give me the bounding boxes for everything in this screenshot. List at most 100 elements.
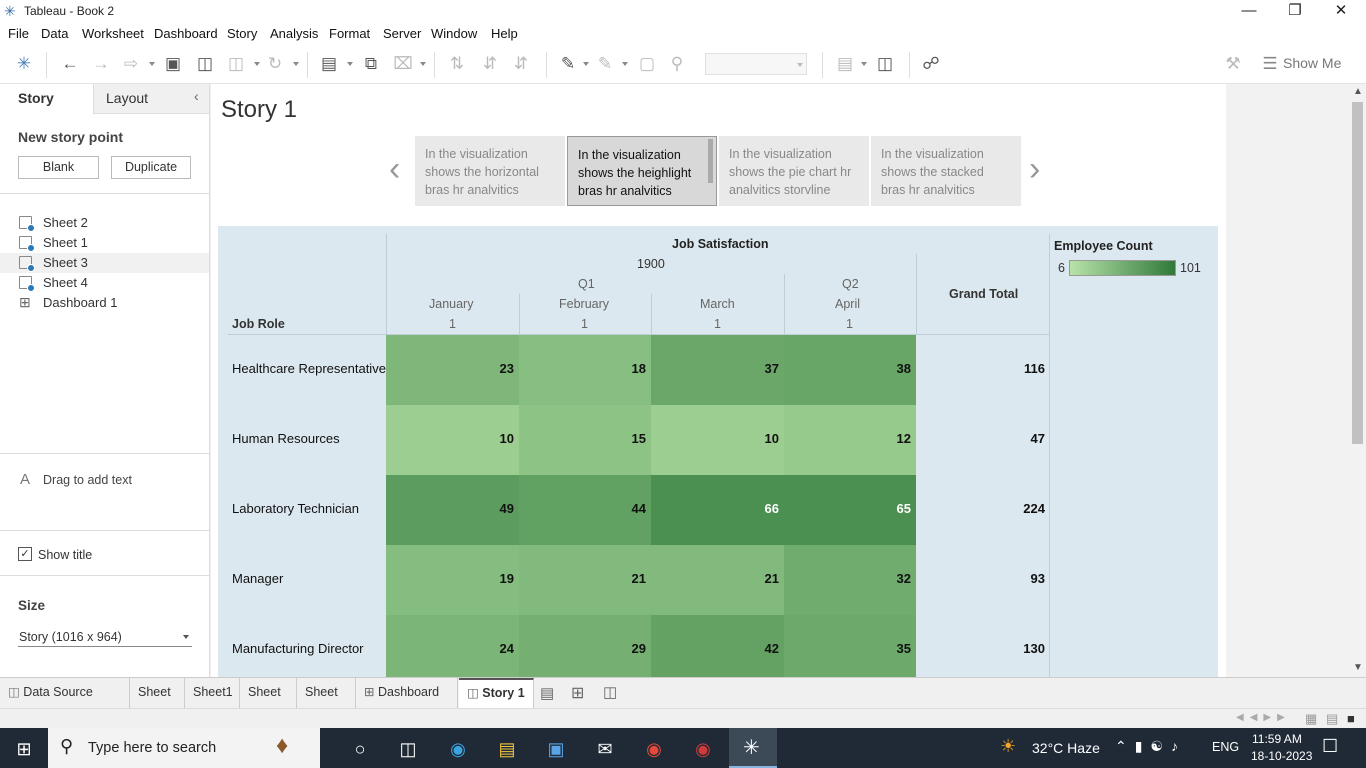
clear-sheet-icon[interactable]: ⌧ <box>392 53 414 75</box>
collapse-panel-icon[interactable]: ‹ <box>194 88 199 104</box>
table-cell[interactable]: 65 <box>784 475 916 545</box>
story-point-2[interactable]: In the visualization shows the heighlight… <box>567 136 717 206</box>
story-point-1[interactable]: In the visualization shows the horizontal… <box>415 136 565 206</box>
tab-sheet1[interactable]: Sheet1 <box>185 678 240 708</box>
group-members-icon[interactable]: ✎ <box>594 53 616 75</box>
menu-story[interactable]: Story <box>227 26 257 41</box>
undo-icon[interactable]: ← <box>59 53 81 75</box>
save-icon[interactable]: ▣ <box>162 53 184 75</box>
restore-button[interactable]: ❐ <box>1272 0 1318 24</box>
menu-server[interactable]: Server <box>383 26 421 41</box>
menu-dashboard[interactable]: Dashboard <box>154 26 218 41</box>
table-cell[interactable]: 21 <box>651 545 784 615</box>
new-story-tab-icon[interactable]: ◫ <box>603 683 617 701</box>
menu-analysis[interactable]: Analysis <box>270 26 318 41</box>
story-point-3[interactable]: In the visualization shows the pie chart … <box>719 136 869 206</box>
table-cell[interactable]: 10 <box>386 405 519 475</box>
show-title-checkbox[interactable]: ✓ <box>18 547 32 561</box>
next-story-point-icon[interactable]: › <box>1029 150 1040 188</box>
replay-icon[interactable]: ⇨ <box>120 53 142 75</box>
sort-ascending-icon[interactable]: ⇵ <box>479 53 501 75</box>
card-visibility-icon[interactable]: ▤ <box>834 53 856 75</box>
fit-dropdown[interactable] <box>705 53 807 75</box>
swap-icon[interactable]: ⇅ <box>446 53 468 75</box>
paste-icon[interactable]: ◫ <box>225 53 247 75</box>
show-me-label[interactable]: Show Me <box>1283 55 1341 71</box>
tab-sheet-2[interactable]: Sheet 2 <box>130 678 185 728</box>
prev-story-point-icon[interactable]: ‹ <box>389 150 400 188</box>
blank-button[interactable]: Blank <box>18 156 99 179</box>
tableau-taskbar-button[interactable]: ✳ <box>729 728 777 768</box>
new-datasource-icon[interactable]: ◫ <box>194 53 216 75</box>
tab-navigation-icons[interactable]: ◀◀▶▶ <box>1236 712 1291 723</box>
menu-file[interactable]: File <box>8 26 29 41</box>
table-cell[interactable]: 44 <box>519 475 651 545</box>
new-worksheet-icon[interactable]: ▤ <box>318 53 340 75</box>
table-cell[interactable]: 29 <box>519 615 651 677</box>
story-point-scrollbar[interactable] <box>708 139 713 183</box>
show-tabs-icon[interactable]: ■ <box>1347 711 1355 726</box>
sheet-item-sheet-4[interactable]: Sheet 4 <box>0 273 209 293</box>
file-explorer-icon[interactable]: ▤ <box>487 734 527 764</box>
duplicate-sheet-icon[interactable]: ⧉ <box>360 53 382 75</box>
table-cell[interactable]: 19 <box>386 545 519 615</box>
table-cell[interactable]: 32 <box>784 545 916 615</box>
show-sheet-sorter-icon[interactable]: ▦ <box>1305 711 1317 727</box>
refresh-icon[interactable]: ↻ <box>264 53 286 75</box>
duplicate-button[interactable]: Duplicate <box>111 156 191 179</box>
menu-data[interactable]: Data <box>41 26 68 41</box>
show-mark-labels-icon[interactable]: ▢ <box>636 53 658 75</box>
tab-layout[interactable]: Layout ‹ <box>93 84 209 114</box>
fix-axes-icon[interactable]: ⚲ <box>666 53 688 75</box>
menu-worksheet[interactable]: Worksheet <box>82 26 144 41</box>
table-cell[interactable]: 10 <box>651 405 784 475</box>
task-view-icon[interactable]: ◫ <box>388 734 428 764</box>
menu-window[interactable]: Window <box>431 26 477 41</box>
language-indicator[interactable]: ENG <box>1212 740 1239 754</box>
cortana-icon[interactable]: ○ <box>340 734 380 764</box>
sheet-item-sheet-3[interactable]: Sheet 3 <box>0 253 209 273</box>
tab-dashboard-1[interactable]: ⊞ Dashboard 1 <box>356 678 458 728</box>
menu-format[interactable]: Format <box>329 26 370 41</box>
sheet-item-sheet-2[interactable]: Sheet 2 <box>0 213 209 233</box>
redo-icon[interactable]: → <box>90 53 112 75</box>
edge-icon[interactable]: ◉ <box>438 734 478 764</box>
table-cell[interactable]: 66 <box>651 475 784 545</box>
table-cell[interactable]: 42 <box>651 615 784 677</box>
notifications-icon[interactable]: ☐ <box>1322 736 1338 757</box>
table-cell[interactable]: 23 <box>386 335 519 405</box>
chrome-icon[interactable]: ◉ <box>634 734 674 764</box>
tab-sheet-3[interactable]: Sheet 3 <box>240 678 297 728</box>
presentation-mode-icon[interactable]: ◫ <box>874 53 896 75</box>
tab-data-source[interactable]: ◫ Data Source <box>0 678 130 708</box>
minimize-button[interactable]: — <box>1226 0 1272 24</box>
tab-story-1[interactable]: ◫ Story 1 <box>459 678 534 708</box>
size-dropdown[interactable]: Story (1016 x 964) <box>18 626 192 647</box>
vertical-scrollbar[interactable]: ▲ ▼ <box>1349 84 1366 677</box>
table-cell[interactable]: 12 <box>784 405 916 475</box>
table-cell[interactable]: 37 <box>651 335 784 405</box>
table-cell[interactable]: 35 <box>784 615 916 677</box>
clock-date[interactable]: 18-10-2023 <box>1251 749 1312 763</box>
drag-to-add-text[interactable]: Drag to add text <box>43 473 132 487</box>
sort-descending-icon[interactable]: ⇵ <box>510 53 532 75</box>
show-me-icon[interactable]: ☰ <box>1259 53 1281 75</box>
taskbar-search-box[interactable]: ⚲ Type here to search ♦ <box>48 728 320 768</box>
clock-time[interactable]: 11:59 AM <box>1252 732 1302 746</box>
new-worksheet-tab-icon[interactable]: ▤ <box>540 684 554 702</box>
windows-start-icon[interactable]: ⊞ <box>4 734 44 764</box>
show-filmstrip-icon[interactable]: ▤ <box>1326 711 1338 727</box>
recorder-icon[interactable]: ◉ <box>683 734 723 764</box>
mail-icon[interactable]: ✉ <box>585 734 625 764</box>
tableau-home-icon[interactable]: ✳ <box>13 53 35 75</box>
new-dashboard-tab-icon[interactable]: ⊞ <box>571 683 584 703</box>
share-icon[interactable]: ☍ <box>920 53 942 75</box>
sheet-item-dashboard-1[interactable]: ⊞ Dashboard 1 <box>0 293 209 313</box>
menu-help[interactable]: Help <box>491 26 518 41</box>
table-cell[interactable]: 24 <box>386 615 519 677</box>
weather-text[interactable]: 32°C Haze <box>1032 740 1100 756</box>
sheet-item-sheet-1[interactable]: Sheet 1 <box>0 233 209 253</box>
format-painter-icon[interactable]: ⚒ <box>1222 53 1244 75</box>
system-tray-icons[interactable]: ⌃▮☯♪ <box>1115 738 1186 755</box>
table-cell[interactable]: 21 <box>519 545 651 615</box>
